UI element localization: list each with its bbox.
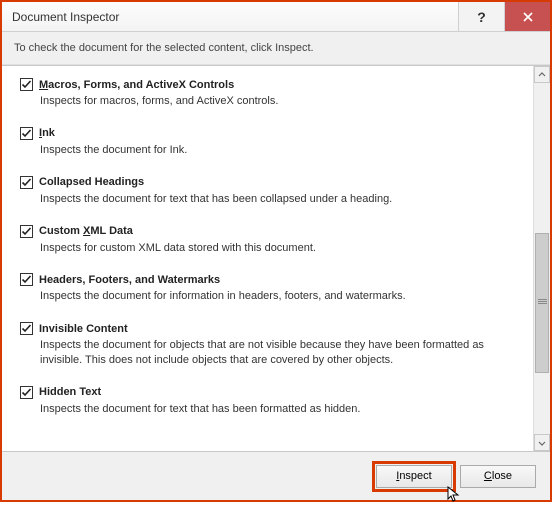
option-header: Custom XML Data — [20, 225, 521, 238]
option-header: Invisible Content — [20, 322, 521, 335]
option-description: Inspects the document for objects that a… — [40, 338, 521, 368]
option-header: Hidden Text — [20, 386, 521, 399]
document-inspector-dialog: Document Inspector ? To check the docume… — [0, 0, 552, 502]
option-checkbox[interactable] — [20, 273, 33, 286]
option-title: Ink — [39, 127, 55, 139]
content-area: Macros, Forms, and ActiveX Controls Inspe… — [2, 65, 550, 452]
option-description: Inspects the document for Ink. — [40, 143, 521, 158]
option-checkbox[interactable] — [20, 127, 33, 140]
option-title: Headers, Footers, and Watermarks — [39, 274, 220, 286]
option-item: Hidden Text Inspects the document for tex… — [20, 378, 521, 427]
option-checkbox[interactable] — [20, 78, 33, 91]
options-list: Macros, Forms, and ActiveX Controls Inspe… — [2, 66, 533, 451]
instruction-text: To check the document for the selected c… — [2, 32, 550, 65]
option-title: Hidden Text — [39, 386, 101, 398]
option-description: Inspects for macros, forms, and ActiveX … — [40, 94, 521, 109]
option-title: Custom XML Data — [39, 225, 133, 237]
option-header: Collapsed Headings — [20, 176, 521, 189]
option-checkbox[interactable] — [20, 225, 33, 238]
option-description: Inspects the document for text that has … — [40, 402, 521, 417]
option-description: Inspects the document for text that has … — [40, 192, 521, 207]
window-controls: ? — [458, 2, 550, 31]
option-checkbox[interactable] — [20, 322, 33, 335]
vertical-scrollbar[interactable] — [533, 66, 550, 451]
check-icon — [21, 177, 32, 188]
option-checkbox[interactable] — [20, 386, 33, 399]
option-title: Collapsed Headings — [39, 176, 144, 188]
check-icon — [21, 79, 32, 90]
close-icon — [523, 12, 533, 22]
inspect-button[interactable]: Inspect — [376, 465, 452, 488]
option-description: Inspects for custom XML data stored with… — [40, 241, 521, 256]
option-checkbox[interactable] — [20, 176, 33, 189]
option-title: Macros, Forms, and ActiveX Controls — [39, 79, 234, 91]
option-description: Inspects the document for information in… — [40, 289, 521, 304]
scroll-down-button[interactable] — [534, 434, 550, 451]
option-item: Headers, Footers, and Watermarks Inspects… — [20, 265, 521, 314]
dialog-footer: Inspect Close — [2, 452, 550, 500]
scroll-up-button[interactable] — [534, 66, 550, 83]
option-header: Headers, Footers, and Watermarks — [20, 273, 521, 286]
scroll-track[interactable] — [534, 83, 550, 434]
option-title: Invisible Content — [39, 323, 128, 335]
option-item: Ink Inspects the document for Ink. — [20, 119, 521, 168]
option-header: Macros, Forms, and ActiveX Controls — [20, 78, 521, 91]
check-icon — [21, 387, 32, 398]
option-item: Custom XML Data Inspects for custom XML d… — [20, 217, 521, 266]
close-window-button[interactable] — [504, 2, 550, 31]
check-icon — [21, 128, 32, 139]
chevron-down-icon — [538, 439, 546, 447]
window-title: Document Inspector — [12, 10, 119, 24]
option-item: Collapsed Headings Inspects the document … — [20, 168, 521, 217]
help-button[interactable]: ? — [458, 2, 504, 31]
option-item: Invisible Content Inspects the document f… — [20, 314, 521, 378]
titlebar: Document Inspector ? — [2, 2, 550, 32]
close-button[interactable]: Close — [460, 465, 536, 488]
scroll-thumb[interactable] — [535, 233, 549, 373]
chevron-up-icon — [538, 71, 546, 79]
option-item: Macros, Forms, and ActiveX Controls Inspe… — [20, 70, 521, 119]
check-icon — [21, 323, 32, 334]
check-icon — [21, 274, 32, 285]
option-header: Ink — [20, 127, 521, 140]
check-icon — [21, 226, 32, 237]
